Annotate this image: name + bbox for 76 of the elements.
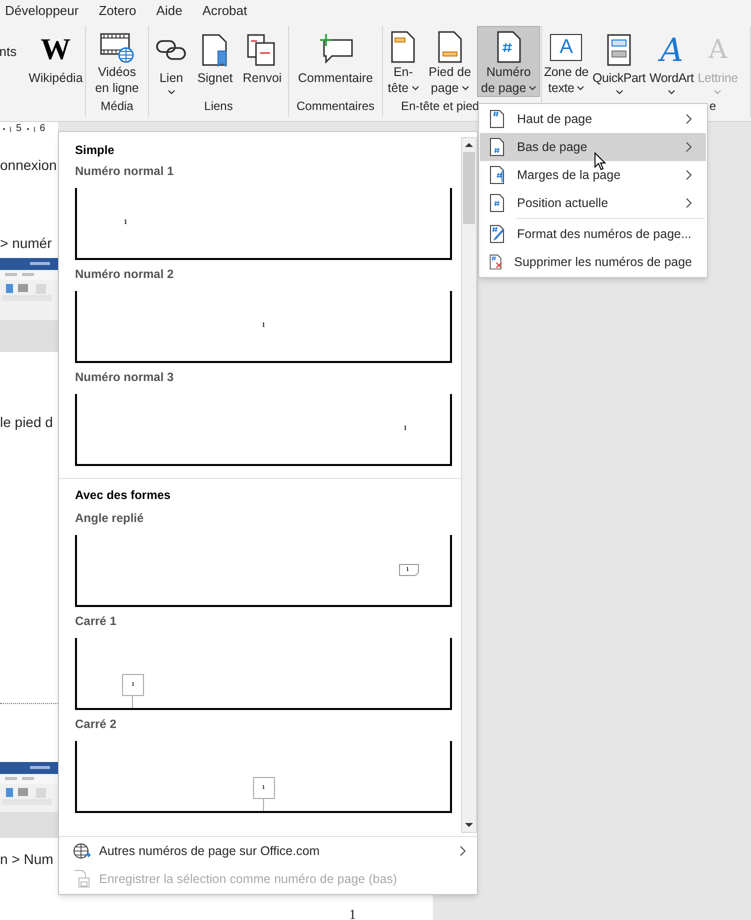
ribbon-button[interactable]: En- tête <box>384 26 423 97</box>
page-number-bottom-icon <box>489 138 505 156</box>
page-number-icon <box>494 30 523 64</box>
ribbon-button[interactable]: QuickPart <box>590 26 648 97</box>
group-label: En-tête et pied <box>401 98 480 115</box>
chevron-right-icon <box>460 846 466 856</box>
ribbon-button[interactable]: Vidéos en ligne <box>91 26 143 97</box>
group-label: Commentaires <box>296 98 375 115</box>
mouse-cursor-icon <box>594 152 606 171</box>
ribbon-button[interactable]: nts <box>0 42 17 62</box>
wordart-icon: A <box>660 34 684 66</box>
chevron-down-icon <box>412 86 419 90</box>
document-text: > numér <box>0 234 53 253</box>
chevron-right-icon <box>686 170 692 180</box>
menu-item[interactable]: Supprimer les numéros de page <box>480 248 706 276</box>
ribbon-button[interactable]: A Zone de texte <box>542 26 590 97</box>
chevron-down-icon <box>668 90 676 95</box>
page-footer-icon <box>436 30 464 64</box>
chevron-down-icon <box>462 86 469 90</box>
ribbon-button[interactable]: Numéro de page <box>477 26 540 97</box>
group-label: Média <box>100 98 134 115</box>
page-number-icon <box>489 194 505 212</box>
comment-icon <box>318 34 354 66</box>
globe-icon <box>73 843 91 859</box>
document-text: n > Num <box>0 850 54 869</box>
chevron-right-icon <box>686 114 692 124</box>
page-header-icon <box>389 30 418 64</box>
chevron-down-icon <box>577 86 584 90</box>
group-label: Liens <box>204 98 233 115</box>
text-box-icon: A <box>550 34 582 60</box>
ribbon-button[interactable]: Renvoi <box>238 26 286 97</box>
page-save-icon <box>73 870 91 888</box>
menu-item[interactable]: Position actuelle <box>480 189 706 217</box>
scrollbar-thumb[interactable] <box>463 152 475 224</box>
gallery-item-label: Angle replié <box>75 510 145 527</box>
menu-item[interactable]: Marges de la page <box>480 161 706 189</box>
gallery-item-label: Numéro normal 3 <box>75 369 175 386</box>
ribbon-tab[interactable]: Aide <box>156 1 182 21</box>
gallery-item-label: Carré 1 <box>75 613 118 630</box>
page-number-top-icon <box>489 110 505 128</box>
ribbon-tab[interactable]: Développeur <box>5 1 79 21</box>
menu-item[interactable]: Haut de page <box>480 105 706 133</box>
ruler-number: 6 <box>40 124 46 134</box>
menu-item[interactable]: Format des numéros de page... <box>480 220 706 248</box>
gallery-item-label: Numéro normal 2 <box>75 266 175 283</box>
chevron-right-icon <box>686 142 692 152</box>
document-text: onnexion <box>0 156 58 175</box>
ribbon-button[interactable]: Lien <box>151 26 192 97</box>
menu-item[interactable]: Bas de page <box>480 133 706 161</box>
gallery-item-label: Numéro normal 1 <box>75 163 175 180</box>
chevron-down-icon <box>529 86 536 90</box>
page-number: 1 <box>349 908 356 920</box>
chevron-right-icon <box>686 198 692 208</box>
ribbon-button[interactable]: Commentaire <box>294 26 378 97</box>
ribbon-button[interactable]: Signet <box>193 26 237 97</box>
quick-parts-icon <box>606 33 632 67</box>
page-number-side-icon <box>489 166 505 184</box>
page-number-delete-icon <box>489 253 502 271</box>
chevron-down-icon <box>714 90 722 95</box>
chevron-down-icon <box>168 90 175 95</box>
section-title: Simple <box>74 142 116 157</box>
scrollbar[interactable] <box>461 137 477 833</box>
ribbon-button[interactable]: A WordArt <box>648 26 696 97</box>
group-label: e <box>709 98 716 115</box>
ribbon-button[interactable]: Pied de page <box>424 26 476 97</box>
document-text: le pied d <box>0 413 54 432</box>
gallery-item-label: Carré 2 <box>75 716 118 733</box>
menu-item[interactable]: Autres numéros de page sur Office.com <box>59 837 477 865</box>
page-number-pen-icon <box>489 225 505 243</box>
ribbon-button[interactable]: W Wikipédia <box>24 26 87 97</box>
chevron-down-icon <box>616 90 622 95</box>
section-title: Avec des formes <box>74 487 172 504</box>
ribbon-tab[interactable]: Zotero <box>98 1 136 21</box>
ribbon-tab[interactable]: Acrobat <box>202 1 248 21</box>
film-globe-icon <box>98 31 135 63</box>
ruler-number: 5 <box>16 124 22 134</box>
